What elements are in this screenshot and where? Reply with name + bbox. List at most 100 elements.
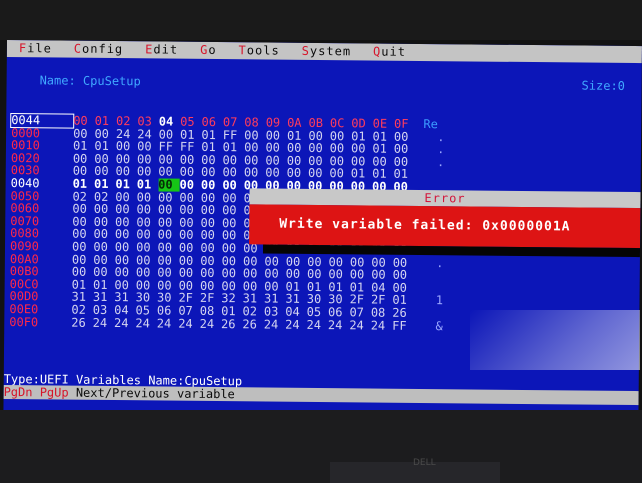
column-header: 0C — [329, 116, 345, 131]
hex-byte[interactable]: 00 — [201, 178, 223, 192]
hex-byte[interactable]: 00 — [179, 203, 201, 217]
hex-byte[interactable]: 00 — [93, 240, 115, 254]
hex-byte[interactable]: 00 — [222, 178, 244, 192]
hex-byte[interactable]: 24 — [135, 316, 157, 330]
hex-byte[interactable]: 00 — [115, 240, 137, 254]
hex-byte[interactable]: 01 — [94, 177, 116, 191]
column-header: 02 — [115, 114, 131, 129]
hex-byte[interactable]: 06 — [328, 305, 350, 319]
menu-hotkey: E — [145, 42, 154, 57]
monitor-bezel-top — [0, 0, 642, 40]
hex-byte[interactable]: 26 — [221, 317, 243, 331]
column-header: 01 — [94, 113, 110, 128]
hex-byte[interactable]: 00 — [328, 267, 350, 281]
hex-byte[interactable]: 00 — [93, 265, 115, 279]
hex-byte[interactable]: 07 — [349, 305, 371, 319]
hex-byte[interactable]: 00 — [158, 240, 180, 254]
hex-byte[interactable]: 01 — [221, 304, 243, 318]
menu-item-tools[interactable]: Tools — [238, 42, 280, 59]
hex-byte[interactable]: 00 — [180, 178, 202, 192]
hex-byte[interactable]: 00 — [243, 266, 265, 280]
hex-byte[interactable]: 00 — [221, 266, 243, 280]
hex-byte[interactable]: 24 — [200, 316, 222, 330]
menu-item-edit[interactable]: Edit — [145, 41, 178, 58]
hex-byte[interactable]: 00 — [286, 267, 308, 281]
hex-byte[interactable]: 00 — [114, 265, 136, 279]
menu-item-go[interactable]: Go — [200, 42, 217, 59]
column-header: 0B — [308, 115, 324, 131]
menu-item-system[interactable]: System — [302, 43, 352, 60]
hex-byte[interactable]: 04 — [285, 305, 307, 319]
monitor-bezel-bottom — [0, 410, 642, 483]
menu-item-quit[interactable]: Quit — [373, 44, 406, 61]
byte-cursor[interactable]: 00 — [158, 177, 180, 192]
menu-item-config[interactable]: Config — [74, 41, 124, 58]
column-header: 08 — [244, 115, 259, 130]
hex-byte[interactable]: 00 — [179, 266, 201, 280]
column-header: 09 — [265, 115, 281, 130]
hex-byte[interactable]: 00 — [200, 266, 222, 280]
variable-size-label: Size:0 — [581, 78, 626, 93]
hex-byte[interactable]: 24 — [307, 317, 329, 331]
hex-byte[interactable]: 00 — [136, 265, 158, 279]
hex-byte[interactable]: 00 — [371, 268, 393, 282]
hex-byte[interactable]: 24 — [285, 317, 307, 331]
hex-byte[interactable]: 06 — [157, 303, 179, 317]
hex-byte[interactable]: 00 — [201, 203, 223, 217]
hex-byte[interactable]: 24 — [157, 316, 179, 330]
hex-byte[interactable]: 00 — [307, 267, 329, 281]
hex-byte[interactable]: 00 — [393, 268, 415, 282]
hex-byte[interactable]: 24 — [93, 315, 115, 329]
hex-byte[interactable]: 00 — [200, 241, 222, 255]
column-header: 0D — [351, 116, 366, 131]
hex-byte[interactable]: 24 — [328, 318, 350, 332]
menu-item-file[interactable]: File — [19, 40, 52, 57]
column-header: 0F — [394, 116, 409, 131]
hex-byte[interactable]: 08 — [371, 305, 393, 319]
hex-byte[interactable]: 00 — [72, 202, 94, 216]
hex-byte[interactable]: 02 — [71, 303, 93, 317]
hex-byte[interactable]: 24 — [371, 318, 393, 332]
hex-byte[interactable]: 00 — [179, 241, 201, 255]
hex-row: 00F0 26 24 24 24 24 24 24 26 26 24 24 24 24 24 24 FF & — [9, 315, 443, 333]
ascii-char: 1 — [435, 293, 444, 308]
hex-byte[interactable]: 02 — [242, 304, 264, 318]
menu-label: uit — [381, 44, 407, 59]
hex-byte[interactable]: 24 — [264, 317, 286, 331]
hex-byte[interactable]: 00 — [350, 267, 372, 281]
hex-byte[interactable]: 03 — [264, 304, 286, 318]
hex-byte[interactable]: 00 — [72, 240, 94, 254]
ascii-char: . — [436, 255, 444, 270]
hex-byte[interactable]: 24 — [114, 316, 136, 330]
hex-byte[interactable]: 05 — [307, 305, 329, 319]
hex-byte[interactable]: 26 — [71, 315, 93, 329]
hex-byte[interactable]: 00 — [136, 240, 158, 254]
hex-byte[interactable]: 04 — [114, 303, 136, 317]
hex-byte[interactable]: 24 — [178, 316, 200, 330]
hex-byte[interactable]: 00 — [157, 266, 179, 280]
hex-byte[interactable]: 08 — [200, 304, 222, 318]
hex-byte[interactable]: 07 — [178, 304, 200, 318]
key-hint-text: Next/Previous variable — [68, 385, 235, 402]
hex-byte[interactable]: 00 — [222, 241, 244, 255]
hex-byte[interactable]: 00 — [136, 202, 158, 216]
hex-byte[interactable]: 00 — [158, 203, 180, 217]
hex-byte[interactable]: 00 — [72, 265, 94, 279]
hex-byte[interactable]: 01 — [115, 177, 137, 191]
hex-byte[interactable]: 26 — [242, 317, 264, 331]
hex-byte[interactable]: FF — [392, 318, 414, 332]
hex-byte[interactable]: 01 — [73, 177, 95, 191]
hex-byte[interactable]: 00 — [264, 267, 286, 281]
hex-byte[interactable]: 03 — [93, 303, 115, 317]
column-header: 05 — [180, 114, 195, 129]
menu-label: ools — [246, 43, 280, 58]
hex-byte[interactable]: 00 — [222, 203, 244, 217]
column-header: 0E — [372, 116, 388, 131]
variable-name-label: Name: CpuSetup — [39, 73, 141, 89]
hex-byte[interactable]: 26 — [392, 306, 414, 320]
hex-byte[interactable]: 05 — [136, 303, 158, 317]
menu-label: o — [208, 42, 217, 58]
hex-byte[interactable]: 24 — [349, 318, 371, 332]
hex-byte[interactable]: 01 — [137, 177, 159, 191]
ascii-char: . — [437, 142, 445, 157]
